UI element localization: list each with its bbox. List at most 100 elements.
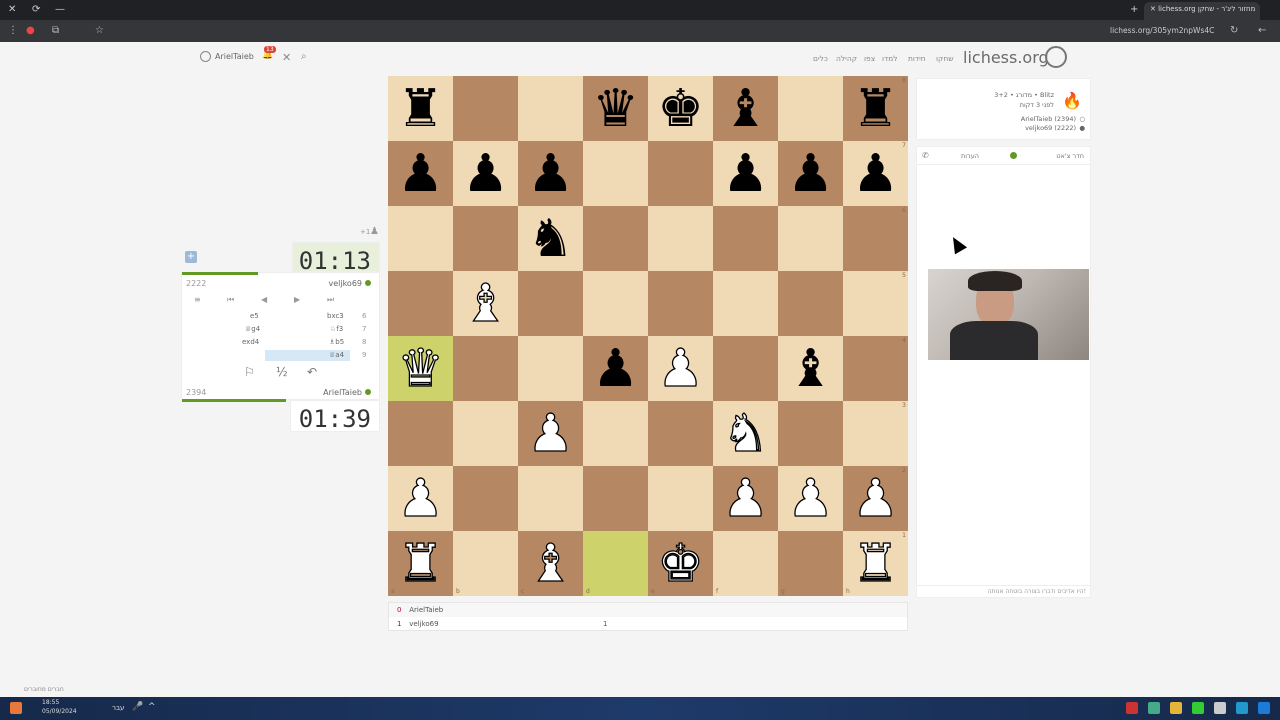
square-a4[interactable]: ♛ (388, 336, 453, 401)
square-c5[interactable] (518, 271, 583, 336)
square-b6[interactable] (453, 206, 518, 271)
square-d3[interactable] (583, 401, 648, 466)
menu-icon[interactable]: ≡ (194, 295, 201, 304)
last-move-icon[interactable]: ⏭ (327, 295, 334, 305)
microphone-icon[interactable]: 🎤 (132, 702, 143, 712)
app-icon[interactable] (1214, 702, 1226, 714)
opponent-name[interactable]: veljko69 (328, 279, 371, 288)
square-g7[interactable]: ♟ (778, 141, 843, 206)
reload-icon[interactable]: ↻ (1230, 25, 1238, 36)
resign-flag-icon[interactable]: ⚐ (244, 365, 255, 379)
record-icon[interactable]: ● (26, 25, 35, 36)
square-h5[interactable]: 5 (843, 271, 908, 336)
phone-icon[interactable]: ✆ (922, 151, 929, 160)
square-f3[interactable]: ♞ (713, 401, 778, 466)
square-b1[interactable]: b (453, 531, 518, 596)
square-c1[interactable]: ♝ c (518, 531, 583, 596)
black-pawn-icon[interactable]: ♟ (592, 343, 639, 395)
move-black[interactable]: ♕a4 (329, 351, 344, 359)
score-player[interactable]: veljko69 (409, 620, 438, 628)
next-move-icon[interactable]: ▶ (294, 295, 300, 304)
minimize-icon[interactable]: — (55, 4, 65, 15)
offer-draw-button[interactable]: ½ (276, 365, 288, 379)
black-pawn-icon[interactable]: ♟ (722, 148, 769, 200)
black-player[interactable]: veljko69 (2222) (1025, 124, 1076, 132)
weather-icon[interactable] (10, 702, 22, 714)
square-h3[interactable]: 3 (843, 401, 908, 466)
white-pawn-icon[interactable]: ♟ (787, 472, 835, 525)
square-a3[interactable] (388, 401, 453, 466)
square-e5[interactable] (648, 271, 713, 336)
square-d8[interactable]: ♛ (583, 76, 648, 141)
black-bishop-icon[interactable]: ♝ (787, 343, 834, 395)
square-g3[interactable] (778, 401, 843, 466)
square-g5[interactable] (778, 271, 843, 336)
move-black[interactable]: ♘f3 (330, 325, 343, 333)
chevron-up-icon[interactable]: ^ (148, 702, 156, 712)
square-h6[interactable]: 6 (843, 206, 908, 271)
move-white[interactable]: e5 (250, 312, 259, 320)
online-friends-label[interactable]: חברים מחוברים (24, 686, 64, 693)
square-f2[interactable]: ♟ (713, 466, 778, 531)
square-d7[interactable] (583, 141, 648, 206)
site-logo[interactable]: lichess.org (963, 48, 1049, 67)
white-bishop-icon[interactable]: ♝ (462, 277, 510, 330)
white-pawn-icon[interactable]: ♟ (527, 407, 575, 460)
square-e6[interactable] (648, 206, 713, 271)
square-b4[interactable] (453, 336, 518, 401)
first-move-icon[interactable]: ⏮ (227, 295, 234, 305)
square-g6[interactable] (778, 206, 843, 271)
nav-play[interactable]: שחקו (936, 54, 954, 63)
browser-tab[interactable]: ✕ lichess.org מחזור ליג'ר - שחקן (1144, 2, 1260, 20)
move-white[interactable]: ♕g4 (245, 325, 260, 333)
square-f8[interactable]: ♝ (713, 76, 778, 141)
square-c7[interactable]: ♟ (518, 141, 583, 206)
language-indicator[interactable]: עבר (112, 704, 124, 712)
square-d4[interactable]: ♟ (583, 336, 648, 401)
black-knight-icon[interactable]: ♞ (527, 213, 574, 265)
square-f6[interactable] (713, 206, 778, 271)
takeback-icon[interactable]: ↶ (307, 365, 317, 379)
black-rook-icon[interactable]: ♜ (852, 83, 899, 135)
black-rook-icon[interactable]: ♜ (397, 83, 444, 135)
notification-bell-icon[interactable]: 🔔 13 (262, 46, 276, 60)
player-name[interactable]: ArielTaieb (323, 388, 371, 397)
square-h1[interactable]: ♜ 1 h (843, 531, 908, 596)
white-queen-icon[interactable]: ♛ (397, 342, 445, 395)
black-pawn-icon[interactable]: ♟ (527, 148, 574, 200)
move-white[interactable]: exd4 (242, 338, 259, 346)
white-rook-icon[interactable]: ♜ (397, 537, 445, 590)
edge-icon[interactable] (1236, 702, 1248, 714)
square-d6[interactable] (583, 206, 648, 271)
square-a5[interactable] (388, 271, 453, 336)
tab-close-icon[interactable]: ✕ (1150, 5, 1158, 13)
square-g1[interactable]: g (778, 531, 843, 596)
url-field[interactable]: lichess.org/305ym2npWs4C (1110, 26, 1214, 35)
square-e8[interactable]: ♚ (648, 76, 713, 141)
prev-move-icon[interactable]: ◀ (261, 295, 267, 304)
square-f7[interactable]: ♟ (713, 141, 778, 206)
back-arrow-icon[interactable]: ← (1258, 25, 1266, 36)
app-icon[interactable] (1126, 702, 1138, 714)
app-icon[interactable] (1192, 702, 1204, 714)
new-tab-icon[interactable]: + (1130, 4, 1138, 15)
nav-tools[interactable]: כלים (813, 54, 828, 63)
square-c4[interactable] (518, 336, 583, 401)
score-player[interactable]: ArielTaieb (409, 606, 443, 614)
black-pawn-icon[interactable]: ♟ (397, 148, 444, 200)
tab-notes[interactable]: הערות (961, 152, 979, 160)
windows-start-icon[interactable] (1258, 702, 1270, 714)
square-d2[interactable] (583, 466, 648, 531)
square-a6[interactable] (388, 206, 453, 271)
black-queen-icon[interactable]: ♛ (592, 83, 639, 135)
square-d5[interactable] (583, 271, 648, 336)
square-d1[interactable]: d (583, 531, 648, 596)
square-e3[interactable] (648, 401, 713, 466)
square-f1[interactable]: f (713, 531, 778, 596)
square-f4[interactable] (713, 336, 778, 401)
extensions-icon[interactable]: ⧉ (52, 25, 59, 36)
chat-toggle-icon[interactable] (1010, 152, 1017, 159)
move-black[interactable]: ♗b5 (329, 338, 344, 346)
tab-chat-room[interactable]: חדר צ'אט (1056, 152, 1084, 160)
square-a7[interactable]: ♟ (388, 141, 453, 206)
